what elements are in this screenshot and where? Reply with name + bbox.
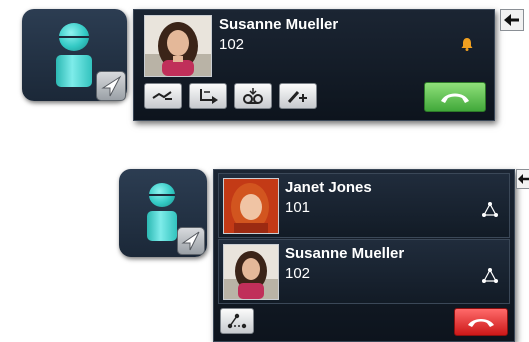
hold-icon [152,91,172,100]
back-button-top[interactable] [500,9,524,31]
split-conference-button[interactable] [220,308,254,334]
participant-name: Susanne Mueller [285,245,405,262]
participant-extension: 102 [285,265,311,282]
caller-photo [144,15,212,77]
answer-call-button[interactable] [424,82,486,112]
pointer-icon [177,227,205,255]
back-arrow-icon [504,14,519,26]
add-participant-button[interactable] [279,83,317,109]
back-button-bottom[interactable] [516,169,529,189]
participant-photo [223,244,279,300]
conference-icon[interactable] [481,267,499,290]
user-head [149,183,175,207]
pointer-icon [96,71,126,101]
back-arrow-icon [518,174,529,184]
pencil-plus-icon [287,90,307,104]
caller-name: Susanne Mueller [219,16,339,33]
transfer-icon [200,89,218,104]
conference-icon[interactable] [481,201,499,224]
user-tile-bottom[interactable] [119,169,207,257]
participant-row: Janet Jones 101 [218,173,510,238]
participant-row: Susanne Mueller 102 [218,239,510,304]
split-conference-icon [227,313,247,329]
transfer-button[interactable] [189,83,227,109]
user-head [59,23,89,51]
phone-icon [441,93,469,103]
call-panel-top: Susanne Mueller 102 [133,9,495,121]
conference-panel: Janet Jones 101 Susanne Mueller 102 [213,169,515,342]
user-body [56,55,92,87]
user-tile-top[interactable] [22,9,127,101]
hangup-icon [468,319,494,327]
participant-photo [223,178,279,234]
voicemail-button[interactable] [234,83,272,109]
voicemail-icon [243,88,263,104]
participant-extension: 101 [285,199,311,216]
hold-button[interactable] [144,83,182,109]
bell-icon [460,37,474,56]
user-body [147,211,177,241]
caller-extension: 102 [219,36,245,53]
participant-name: Janet Jones [285,179,372,196]
hangup-button[interactable] [454,308,508,336]
